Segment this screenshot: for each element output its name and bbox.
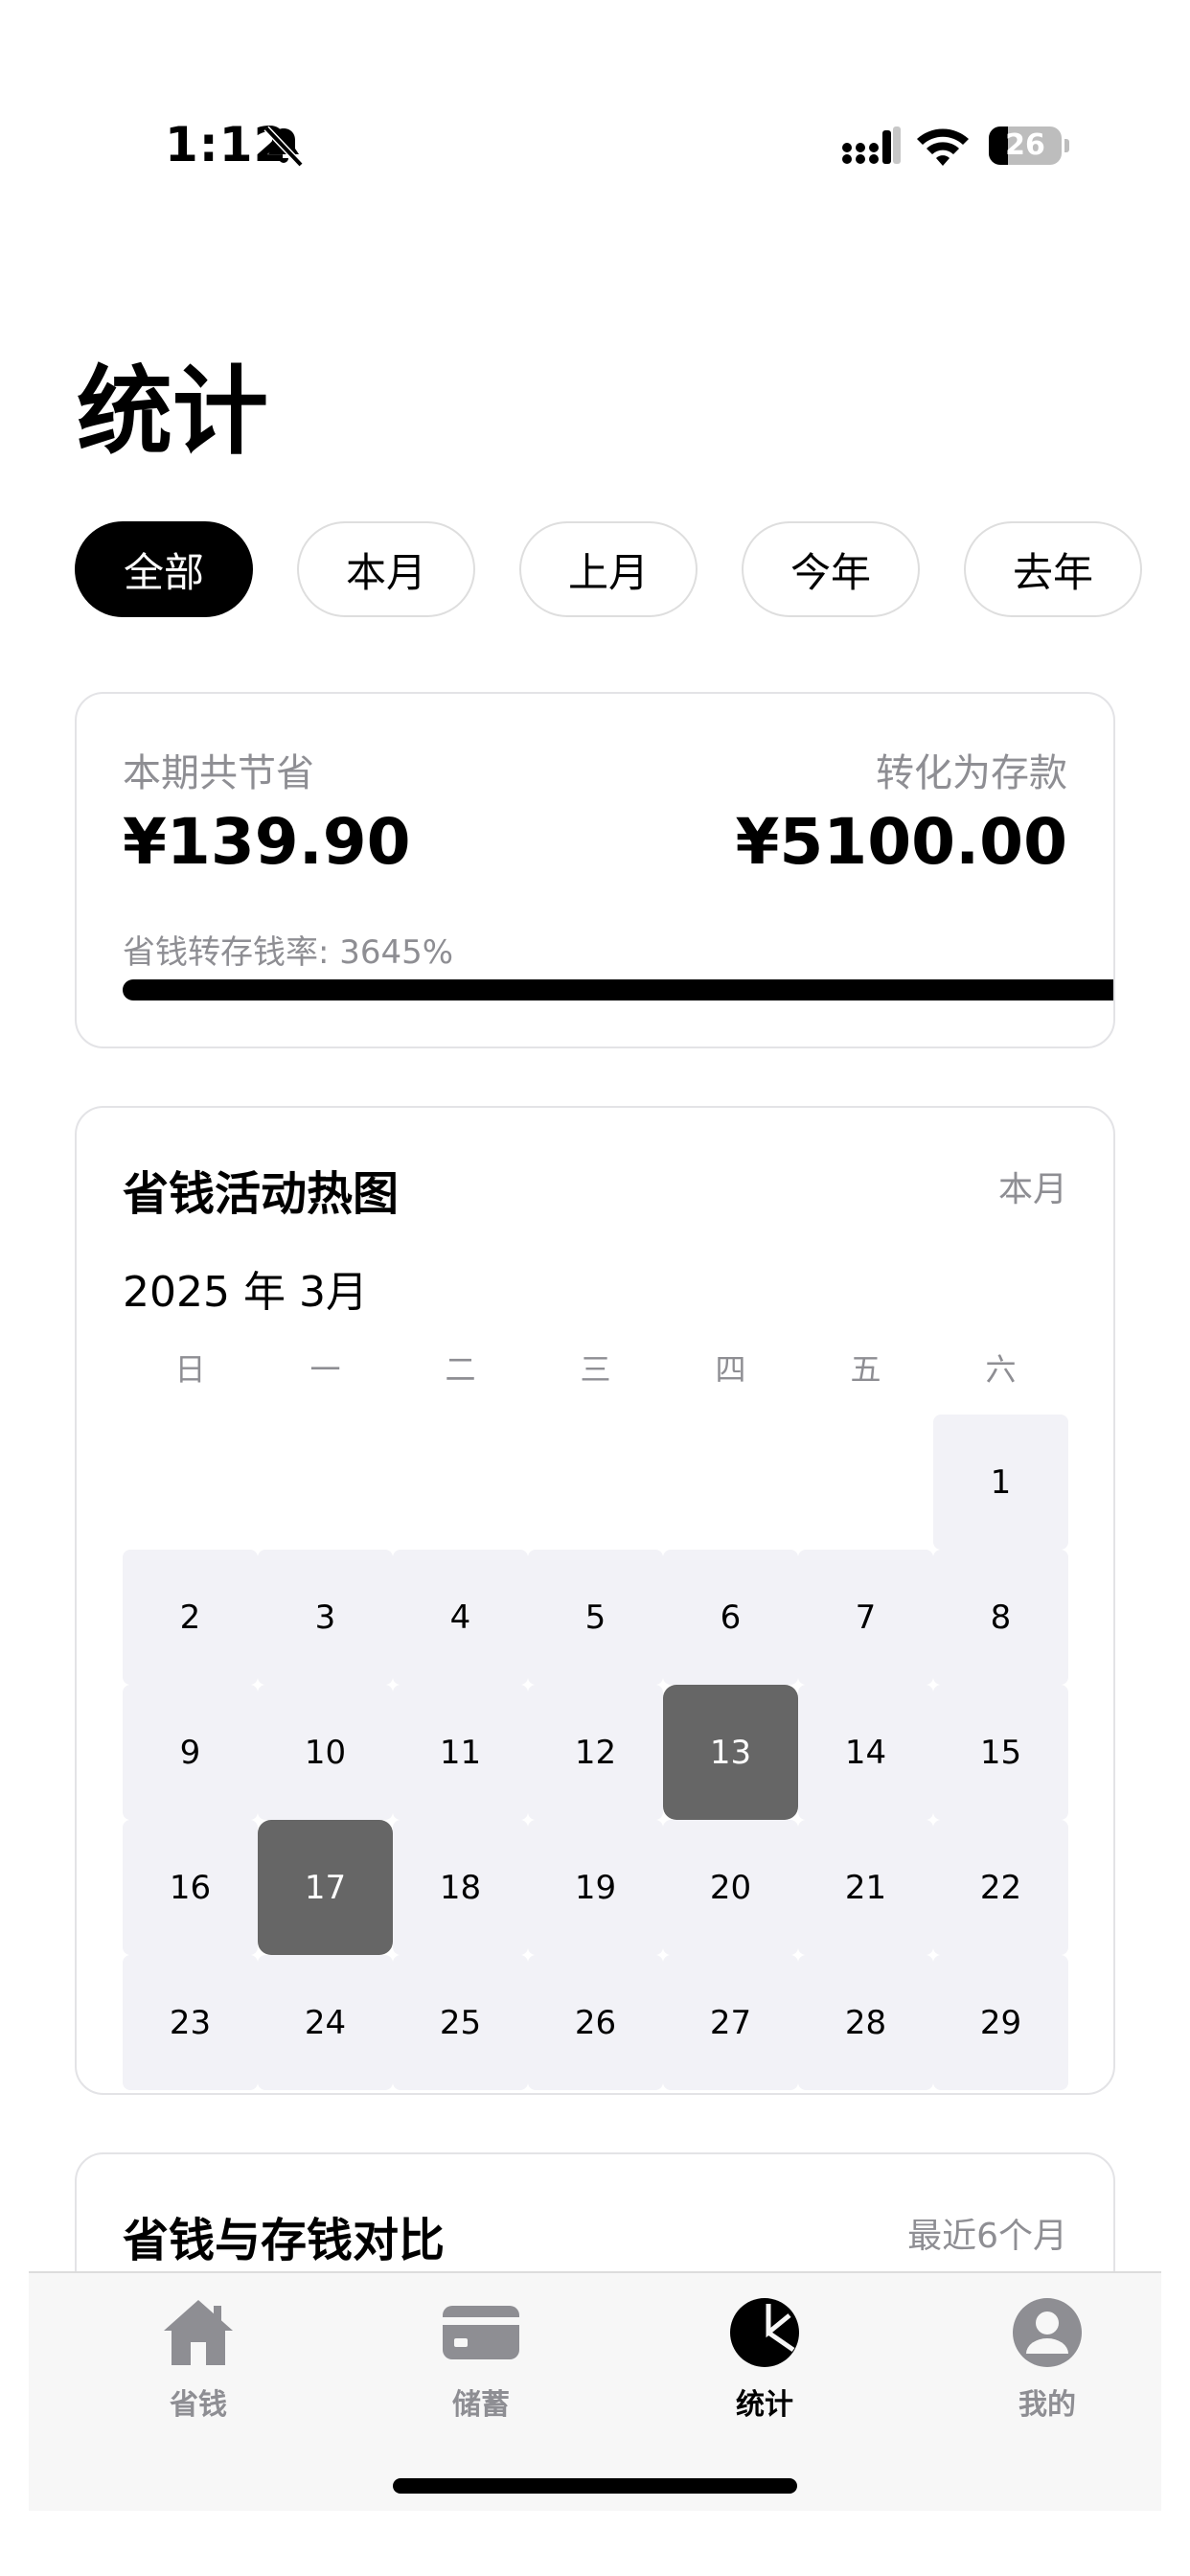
filter-chip-this-month[interactable]: 本月: [297, 521, 475, 617]
heatmap-month: 2025 年 3月: [123, 1268, 368, 1317]
tab-statistics[interactable]: 统计: [669, 2273, 860, 2436]
filter-chip-all[interactable]: 全部: [75, 521, 253, 617]
bell-muted-icon: [263, 126, 304, 168]
calendar-day[interactable]: 5: [528, 1550, 663, 1685]
home-indicator: [393, 2478, 797, 2494]
calendar-day[interactable]: 1: [933, 1414, 1068, 1550]
comparison-period[interactable]: 最近6个月: [907, 2208, 1067, 2258]
calendar-day[interactable]: 21: [798, 1820, 933, 1955]
calendar-day[interactable]: 12: [528, 1685, 663, 1820]
calendar-day[interactable]: 20: [663, 1820, 798, 1955]
tab-label: 我的: [1018, 2388, 1076, 2422]
calendar-day[interactable]: 10: [258, 1685, 393, 1820]
calendar-day[interactable]: 2: [123, 1550, 258, 1685]
calendar-day[interactable]: 29: [933, 1955, 1068, 2090]
filter-chip-last-year[interactable]: 去年: [964, 521, 1142, 617]
heatmap-title: 省钱活动热图: [123, 1167, 400, 1221]
calendar-day[interactable]: 22: [933, 1820, 1068, 1955]
conversion-rate-bar: [123, 979, 1113, 1000]
filter-chip-this-year[interactable]: 今年: [742, 521, 920, 617]
conversion-rate-fill: [123, 979, 1113, 1000]
profile-icon: [1013, 2298, 1082, 2367]
tab-savings-deposit[interactable]: 储蓄: [385, 2273, 577, 2436]
savings-summary-card: 本期共节省 ¥139.90 转化为存款 ¥5100.00 省钱转存钱率: 364…: [75, 692, 1115, 1048]
calendar-day[interactable]: 24: [258, 1955, 393, 2090]
calendar-day[interactable]: 27: [663, 1955, 798, 2090]
weekday-label: 二: [445, 1351, 476, 1388]
battery-level-text: 26: [1005, 128, 1045, 162]
savings-heatmap-card: 省钱活动热图 本月 2025 年 3月 日一二三四五六 1 2 3 4 5 6 7 8 9 10 1…: [75, 1106, 1115, 2095]
pie-chart-icon: [730, 2298, 799, 2367]
weekday-header: 日一二三四五六: [123, 1346, 1070, 1388]
card-icon: [443, 2306, 519, 2359]
home-icon: [164, 2300, 233, 2365]
calendar-day[interactable]: 14: [798, 1685, 933, 1820]
calendar-day[interactable]: 18: [393, 1820, 528, 1955]
tab-label: 储蓄: [452, 2388, 510, 2422]
weekday-label: 三: [580, 1351, 611, 1388]
calendar-day[interactable]: 8: [933, 1550, 1068, 1685]
filter-chip-last-month[interactable]: 上月: [519, 521, 698, 617]
calendar-day[interactable]: 6: [663, 1550, 798, 1685]
heatmap-period[interactable]: 本月: [998, 1162, 1067, 1211]
calendar-day[interactable]: 11: [393, 1685, 528, 1820]
conversion-rate-text: 省钱转存钱率: 3645%: [123, 933, 454, 972]
battery-icon: 26: [989, 126, 1069, 165]
tab-label: 省钱: [170, 2388, 227, 2422]
calendar-day[interactable]: 23: [123, 1955, 258, 2090]
tab-label: 统计: [736, 2388, 793, 2422]
calendar-day[interactable]: 13: [663, 1685, 798, 1820]
calendar-day[interactable]: 28: [798, 1955, 933, 2090]
status-bar: 1:12 26: [0, 0, 1190, 192]
weekday-label: 六: [985, 1351, 1017, 1388]
weekday-label: 日: [174, 1351, 206, 1388]
tab-bar: 省钱 储蓄 统计 我的: [29, 2271, 1161, 2511]
calendar-day[interactable]: 15: [933, 1685, 1068, 1820]
weekday-label: 五: [850, 1351, 881, 1388]
converted-label: 转化为存款: [876, 751, 1067, 795]
calendar-day[interactable]: 4: [393, 1550, 528, 1685]
saved-amount: ¥139.90: [123, 805, 411, 879]
calendar-day[interactable]: 7: [798, 1550, 933, 1685]
calendar-day[interactable]: 19: [528, 1820, 663, 1955]
calendar-day[interactable]: 25: [393, 1955, 528, 2090]
converted-amount: ¥5100.00: [735, 805, 1067, 879]
wifi-icon: [917, 128, 969, 166]
calendar-day[interactable]: 3: [258, 1550, 393, 1685]
cellular-signal-icon: [842, 126, 901, 164]
calendar-day[interactable]: 26: [528, 1955, 663, 2090]
saved-label: 本期共节省: [123, 751, 314, 795]
period-filter: 全部 本月 上月 今年 去年: [75, 521, 1190, 619]
tab-profile[interactable]: 我的: [951, 2273, 1143, 2436]
calendar-day[interactable]: 17: [258, 1820, 393, 1955]
tab-saving[interactable]: 省钱: [103, 2273, 294, 2436]
weekday-label: 四: [715, 1351, 746, 1388]
calendar-day[interactable]: 9: [123, 1685, 258, 1820]
page-title: 统计: [77, 356, 268, 468]
comparison-title: 省钱与存钱对比: [123, 2214, 446, 2267]
calendar-day[interactable]: 16: [123, 1820, 258, 1955]
weekday-label: 一: [309, 1351, 341, 1388]
